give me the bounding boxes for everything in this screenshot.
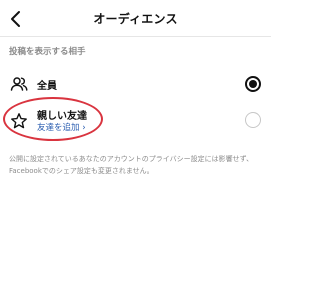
add-friends-link[interactable]: 友達を追加 › [37,121,86,133]
option-everyone[interactable]: 全員 [0,68,271,100]
option-close-friends[interactable]: 親しい友達 友達を追加 › [0,105,271,135]
radio-unselected[interactable] [245,112,261,128]
section-heading: 投稿を表示する相手 [9,47,86,57]
option-label: 全員 [37,81,57,92]
header-bar: オーディエンス [0,0,271,38]
option-label: 親しい友達 [37,111,87,122]
radio-selected[interactable] [245,76,261,92]
people-icon [9,74,29,94]
audience-screen: オーディエンス 投稿を表示する相手 全員 親しい友達 友達を追加 › 公開に設定… [0,0,271,300]
header-divider [0,36,271,37]
star-icon [9,111,29,131]
privacy-footnote: 公開に設定されているあなたのアカウントのプライバシー設定には影響せず、Faceb… [9,155,254,175]
page-title: オーディエンス [93,12,178,26]
